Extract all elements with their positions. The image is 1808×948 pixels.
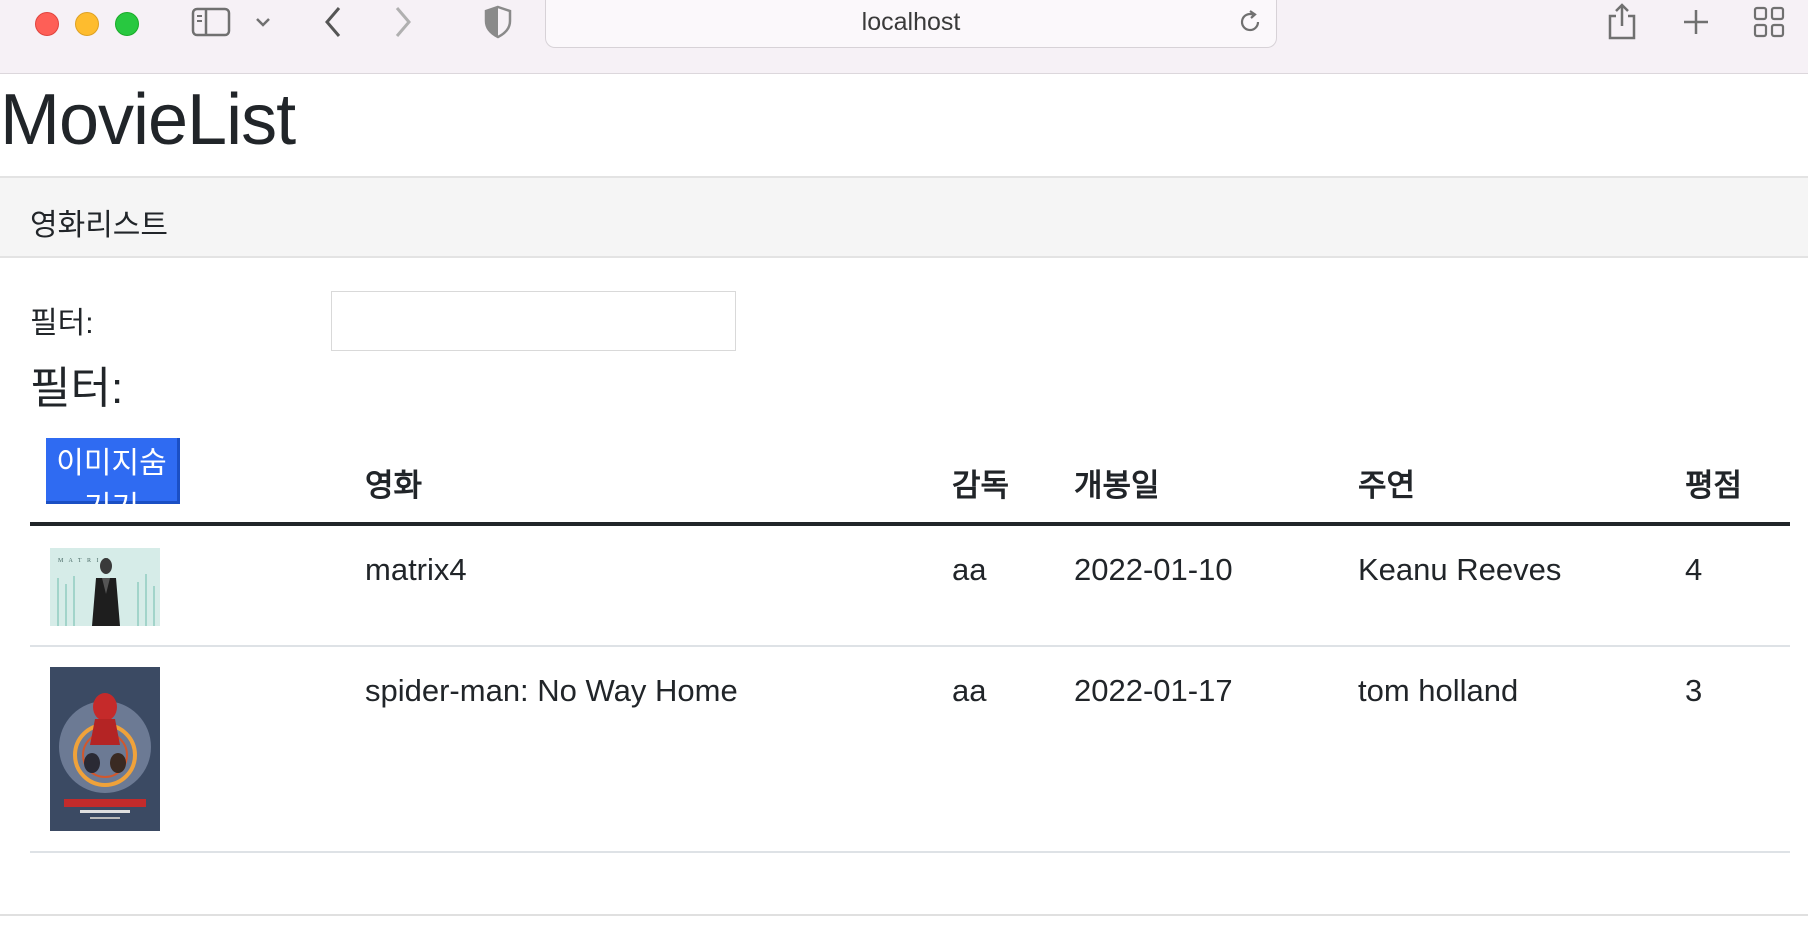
movie-title-cell: spider-man: No Way Home (365, 673, 738, 708)
header-star: 주연 (1358, 468, 1416, 503)
tab-overview-icon[interactable] (1752, 0, 1786, 44)
reload-icon[interactable] (1236, 8, 1264, 41)
release-date-cell: 2022-01-17 (1074, 673, 1233, 708)
share-icon[interactable] (1605, 0, 1639, 44)
director-cell: aa (952, 552, 987, 587)
back-icon[interactable] (318, 0, 348, 44)
table-row: M A T R I X matrix4 aa 2022-01-10 Keanu … (30, 526, 1790, 647)
chevron-down-icon[interactable] (252, 0, 274, 44)
filter-label: 필터: (30, 307, 94, 340)
hide-images-button[interactable]: 이미지숨기기 (46, 438, 180, 524)
header-rating: 평점 (1685, 468, 1743, 503)
address-bar[interactable]: localhost (545, 0, 1277, 48)
privacy-shield-icon[interactable] (482, 0, 514, 44)
minimize-window-button[interactable] (75, 12, 99, 36)
star-cell: Keanu Reeves (1358, 552, 1562, 587)
header-director: 감독 (952, 468, 1010, 503)
director-cell: aa (952, 673, 987, 708)
release-date-cell: 2022-01-10 (1074, 552, 1233, 587)
sidebar-toggle-icon[interactable] (190, 0, 232, 44)
address-text: localhost (861, 8, 961, 36)
page-title: MovieList (0, 80, 296, 160)
browser-toolbar: localhost (0, 0, 1808, 74)
page-divider (0, 914, 1808, 916)
filter-heading: 필터: (30, 364, 124, 413)
header-movie: 영화 (365, 468, 423, 503)
star-cell: tom holland (1358, 673, 1519, 708)
rating-cell: 3 (1685, 673, 1703, 708)
new-tab-icon[interactable] (1680, 0, 1712, 44)
movie-poster-image: M A T R I X (50, 548, 160, 626)
movie-table: 이미지숨기기 영화 감독 개봉일 주연 평점 M A T R I X matri… (30, 430, 1790, 853)
movie-poster-image (50, 667, 160, 831)
maximize-window-button[interactable] (115, 12, 139, 36)
rating-cell: 4 (1685, 552, 1703, 587)
close-window-button[interactable] (35, 12, 59, 36)
navbar: 영화리스트 (0, 176, 1808, 258)
table-header-row: 이미지숨기기 영화 감독 개봉일 주연 평점 (30, 430, 1790, 526)
movie-title-cell: matrix4 (365, 552, 467, 587)
filter-input[interactable] (331, 291, 736, 351)
forward-icon[interactable] (388, 0, 418, 44)
nav-brand-link[interactable]: 영화리스트 (30, 200, 168, 244)
table-row: spider-man: No Way Home aa 2022-01-17 to… (30, 647, 1790, 853)
header-release-date: 개봉일 (1074, 468, 1160, 503)
